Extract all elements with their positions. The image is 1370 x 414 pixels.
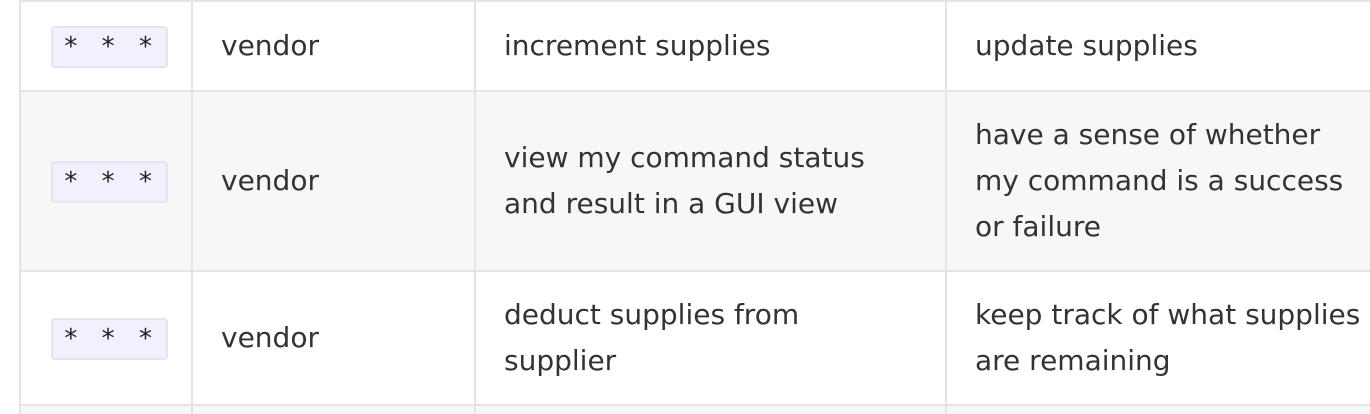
priority-cell <box>19 404 193 414</box>
priority-code: * * * <box>51 26 169 68</box>
priority-cell: * * * <box>19 90 193 272</box>
user-stories-table: * * * vendor increment supplies update s… <box>19 0 1370 414</box>
table-row: * * * vendor view my command status and … <box>19 90 1370 272</box>
i-want-to-cell: view my command status and result in a G… <box>474 90 947 272</box>
as-a-cell <box>191 404 476 414</box>
so-that-cell <box>945 404 1370 414</box>
as-a-cell: vendor <box>191 0 476 92</box>
i-want-to-cell: increment supplies <box>474 0 947 92</box>
user-stories-table-container: * * * vendor increment supplies update s… <box>19 0 1370 414</box>
so-that-cell: update supplies <box>945 0 1370 92</box>
i-want-to-cell: deduct supplies from supplier <box>474 270 947 406</box>
so-that-cell: have a sense of whether my command is a … <box>945 90 1370 272</box>
table-row: * * * vendor deduct supplies from suppli… <box>19 270 1370 406</box>
priority-cell: * * * <box>19 0 193 92</box>
priority-code: * * * <box>51 318 169 360</box>
i-want-to-cell <box>474 404 947 414</box>
so-that-cell: keep track of what supplies are remainin… <box>945 270 1370 406</box>
as-a-cell: vendor <box>191 270 476 406</box>
priority-cell: * * * <box>19 270 193 406</box>
as-a-cell: vendor <box>191 90 476 272</box>
priority-code: * * * <box>51 161 169 203</box>
table-row: * * * vendor increment supplies update s… <box>19 0 1370 92</box>
table-row-partial <box>19 404 1370 414</box>
